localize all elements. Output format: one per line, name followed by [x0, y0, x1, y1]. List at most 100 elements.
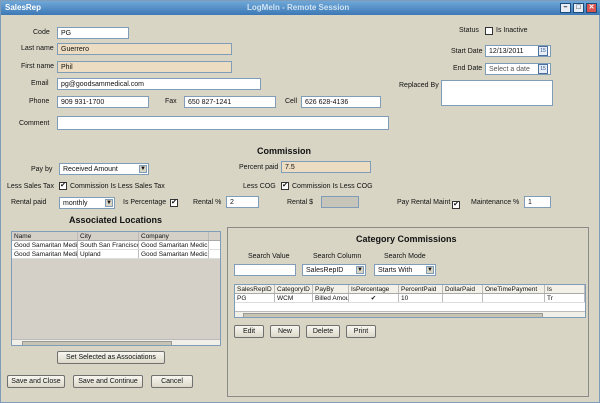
is-percentage-label: Is Percentage — [123, 199, 167, 206]
col-city[interactable]: City — [78, 232, 139, 240]
col-onetimepayment[interactable]: OneTimePayment — [483, 285, 545, 293]
col-percentpaid[interactable]: PercentPaid — [399, 285, 443, 293]
less-sales-tax-label: Less Sales Tax — [7, 183, 54, 190]
table-row[interactable]: PG WCM Billed Amount ✔ 10 Tr — [235, 294, 585, 303]
maximize-button[interactable]: □ — [573, 3, 584, 13]
search-mode-value: Starts With — [378, 267, 413, 274]
pay-rental-maint-label: Pay Rental Maint — [397, 199, 451, 206]
rental-pct-field[interactable]: 2 — [226, 196, 259, 208]
calendar-icon[interactable]: 15 — [538, 46, 548, 56]
minimize-button[interactable]: – — [560, 3, 571, 13]
percent-paid-label: Percent paid — [239, 164, 279, 171]
pay-by-select[interactable]: Received Amount ▼ — [59, 163, 149, 175]
search-mode-select[interactable]: Starts With ▼ — [374, 264, 436, 276]
code-label: Code — [33, 29, 50, 36]
category-commissions-panel: Category Commissions Search Value Search… — [227, 227, 589, 397]
lastname-label: Last name — [21, 45, 54, 52]
cancel-button[interactable]: Cancel — [151, 375, 193, 388]
dropdown-arrow-icon: ▼ — [356, 266, 364, 274]
code-field[interactable]: PG — [57, 27, 129, 39]
cell: Good Samaritan Medic — [14, 241, 78, 249]
col-salesrepid[interactable]: SalesRepID — [235, 285, 275, 293]
edit-button[interactable]: Edit — [234, 325, 264, 338]
comment-field[interactable] — [57, 116, 389, 130]
save-and-continue-button[interactable]: Save and Continue — [73, 375, 143, 388]
pay-rental-maint-checkbox[interactable]: ✔ — [452, 201, 460, 209]
commission-less-cog-checkbox[interactable]: ✔ — [281, 182, 289, 190]
category-header: SalesRepID CategoryID PayBy IsPercentage… — [235, 285, 585, 294]
search-value-label: Search Value — [248, 253, 290, 260]
window-title: SalesRep — [5, 3, 42, 12]
cell: PG — [235, 294, 275, 302]
horizontal-scrollbar[interactable] — [12, 339, 220, 345]
commission-less-tax-checkbox[interactable]: ✔ — [59, 182, 67, 190]
email-field[interactable]: pg@goodsammedical.com — [57, 78, 261, 90]
rental-paid-label: Rental paid — [11, 199, 47, 206]
lastname-field[interactable]: Guerrero — [57, 43, 232, 55]
cell: Good Samaritan Medic — [14, 250, 78, 258]
scrollbar-thumb[interactable] — [22, 341, 172, 345]
replaced-by-field[interactable] — [441, 80, 553, 106]
cell — [483, 294, 545, 302]
search-column-select[interactable]: SalesRepID ▼ — [302, 264, 366, 276]
maintenance-label: Maintenance % — [471, 199, 520, 206]
is-inactive-label: Is Inactive — [496, 27, 528, 34]
delete-button[interactable]: Delete — [306, 325, 340, 338]
search-mode-label: Search Mode — [384, 253, 426, 260]
commission-heading: Commission — [257, 146, 312, 156]
is-percentage-checkbox[interactable]: ✔ — [170, 199, 178, 207]
status-label: Status — [459, 27, 479, 34]
table-row[interactable]: Good Samaritan Medic South San Francisco… — [12, 241, 220, 250]
rental-pct-label: Rental % — [193, 199, 222, 206]
cell: Tr — [545, 294, 585, 302]
cell: WCM — [275, 294, 313, 302]
horizontal-scrollbar[interactable] — [235, 311, 585, 317]
is-inactive-checkbox[interactable] — [485, 27, 493, 35]
rental-paid-select[interactable]: monthly ▼ — [59, 197, 115, 209]
cell-field[interactable]: 626 628-4136 — [301, 96, 381, 108]
phone-field[interactable]: 909 931-1700 — [57, 96, 149, 108]
col-dollarpaid[interactable]: DollarPaid — [443, 285, 483, 293]
col-is[interactable]: Is — [545, 285, 585, 293]
firstname-field[interactable]: Phil — [57, 61, 232, 73]
new-button[interactable]: New — [270, 325, 300, 338]
calendar-icon[interactable]: 15 — [538, 64, 548, 74]
print-button[interactable]: Print — [346, 325, 376, 338]
save-and-close-button[interactable]: Save and Close — [7, 375, 65, 388]
cell — [443, 294, 483, 302]
col-categoryid[interactable]: CategoryID — [275, 285, 313, 293]
table-row[interactable]: Good Samaritan Medic Upland Good Samarit… — [12, 250, 220, 259]
rental-dollar-label: Rental $ — [287, 199, 314, 206]
dropdown-arrow-icon: ▼ — [426, 266, 434, 274]
close-button[interactable]: ✕ — [586, 3, 597, 13]
replaced-by-label: Replaced By — [399, 82, 439, 89]
cell[interactable]: ✔ — [349, 294, 399, 302]
scrollbar-thumb[interactable] — [243, 313, 543, 317]
phone-label: Phone — [29, 98, 50, 105]
cell-label: Cell — [285, 98, 298, 105]
percent-paid-field[interactable]: 7.5 — [281, 161, 371, 173]
associated-locations-heading: Associated Locations — [69, 215, 163, 225]
pay-by-value: Received Amount — [63, 166, 118, 173]
search-column-label: Search Column — [313, 253, 362, 260]
rental-dollar-field[interactable] — [321, 196, 359, 208]
fax-field[interactable]: 650 827-1241 — [184, 96, 276, 108]
maintenance-field[interactable]: 1 — [524, 196, 551, 208]
set-associations-button[interactable]: Set Selected as Associations — [57, 351, 165, 364]
cell: South San Francisco — [80, 241, 139, 249]
locations-grid[interactable]: Name City Company Good Samaritan Medic S… — [11, 231, 221, 346]
locations-header: Name City Company — [12, 232, 220, 241]
email-label: Email — [31, 80, 49, 87]
start-date-label: Start Date — [451, 48, 483, 55]
col-ispercentage[interactable]: IsPercentage — [349, 285, 399, 293]
dropdown-arrow-icon: ▼ — [105, 199, 113, 207]
firstname-label: First name — [21, 63, 55, 70]
col-company[interactable]: Company — [139, 232, 209, 240]
category-grid[interactable]: SalesRepID CategoryID PayBy IsPercentage… — [234, 284, 586, 318]
col-name[interactable]: Name — [12, 232, 78, 240]
cell: Good Samaritan Medic — [141, 241, 209, 249]
dropdown-arrow-icon: ▼ — [139, 165, 147, 173]
cell: Billed Amount — [315, 294, 349, 302]
search-value-field[interactable] — [234, 264, 296, 276]
col-payby[interactable]: PayBy — [313, 285, 349, 293]
